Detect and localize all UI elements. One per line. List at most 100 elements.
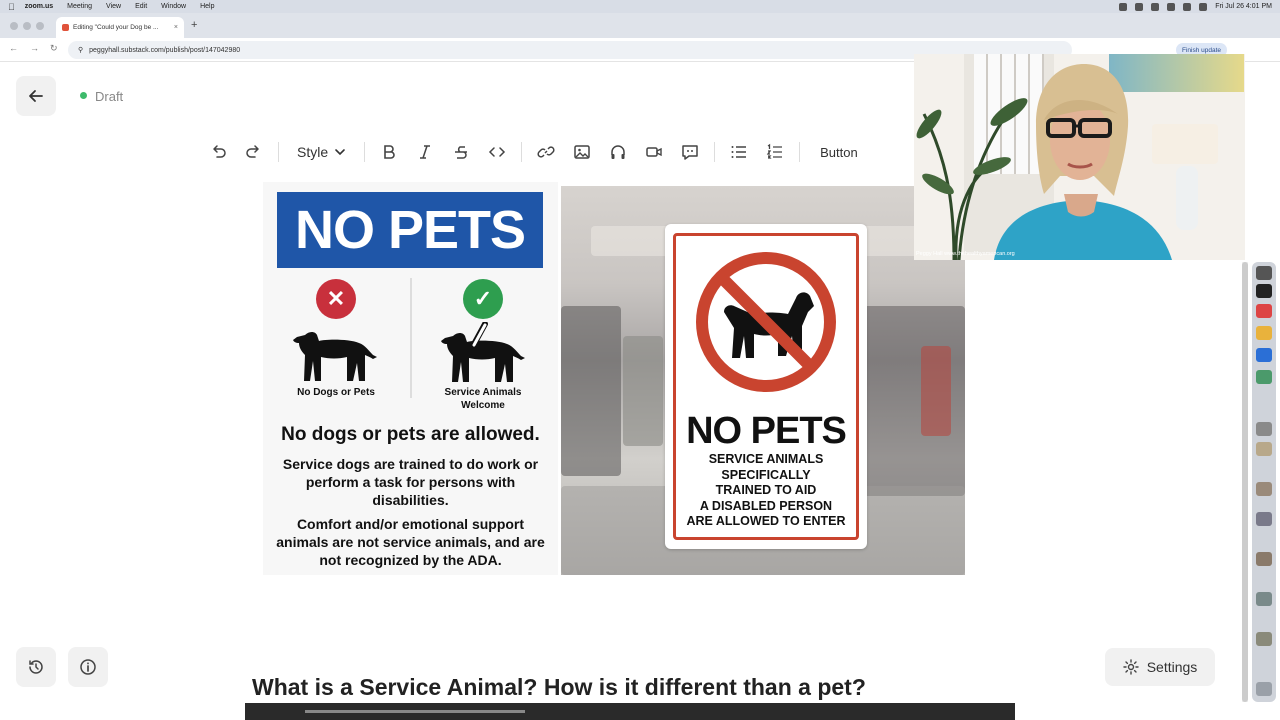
toolbar-divider	[714, 142, 716, 162]
draft-status: Draft	[95, 89, 124, 104]
gear-icon	[1123, 659, 1139, 675]
tab-bar: Editing "Could your Dog be ... × +	[0, 13, 1280, 38]
bold-icon	[384, 145, 395, 159]
webcam-video[interactable]: Peggy Hall www.thehealthyamerican.org	[914, 54, 1245, 260]
search-icon[interactable]	[1183, 2, 1192, 11]
sign-divider	[410, 278, 412, 398]
close-window-icon[interactable]	[10, 22, 18, 30]
video-button[interactable]	[636, 138, 672, 166]
finder-icon[interactable]	[1256, 266, 1272, 280]
tab-title: Editing "Could your Dog be ...	[73, 24, 159, 31]
menu-meeting[interactable]: Meeting	[67, 3, 92, 10]
menu-window[interactable]: Window	[161, 3, 186, 10]
toolbar-divider	[521, 142, 523, 162]
window-thumbnail-icon[interactable]	[1256, 442, 1272, 456]
scrollbar-thumb[interactable]	[1242, 262, 1248, 702]
back-nav-icon[interactable]: ←	[9, 43, 18, 53]
webcam-name-caption: Peggy Hall www.thehealthyamerican.org	[916, 251, 1015, 257]
strikethrough-button[interactable]	[443, 138, 479, 166]
active-tab[interactable]: Editing "Could your Dog be ... ×	[56, 17, 184, 38]
trash-icon[interactable]	[1256, 682, 1272, 696]
toolbar-divider	[278, 142, 279, 162]
menu-bar:  zoom.us Meeting View Edit Window Help …	[0, 0, 1280, 13]
sign-main-rule: No dogs or pets are allowed.	[281, 424, 540, 445]
history-button[interactable]	[16, 647, 56, 687]
italic-icon	[420, 145, 431, 159]
menu-help[interactable]: Help	[200, 3, 214, 10]
url-text: peggyhall.substack.com/publish/post/1470…	[89, 46, 241, 54]
service-animals-caption: Service Animals Welcome	[444, 387, 522, 411]
sign-right-title: NO PETS	[686, 410, 847, 452]
new-tab-icon[interactable]: +	[191, 19, 197, 31]
redo-button[interactable]	[236, 138, 272, 166]
info-button[interactable]	[68, 647, 108, 687]
italic-button[interactable]	[407, 138, 443, 166]
record-icon[interactable]	[1151, 2, 1160, 11]
cloud-icon[interactable]	[1135, 2, 1144, 11]
history-icon	[29, 660, 43, 674]
zoom-share-bar	[245, 703, 1015, 720]
arrow-left-icon	[29, 90, 43, 102]
service-dog-definition: Service dogs are trained to do work or p…	[282, 456, 539, 508]
undo-button[interactable]	[200, 138, 236, 166]
minimize-window-icon[interactable]	[23, 22, 31, 30]
close-tab-icon[interactable]: ×	[174, 24, 178, 31]
back-button[interactable]	[16, 76, 56, 116]
chrome-icon[interactable]	[1256, 326, 1272, 340]
video-icon	[646, 147, 662, 157]
post-heading[interactable]: What is a Service Animal? How is it diff…	[252, 674, 866, 701]
zoom-icon[interactable]	[1256, 348, 1272, 362]
wifi-icon[interactable]	[1167, 2, 1176, 11]
zoom-window-icon[interactable]	[36, 22, 44, 30]
window-thumbnail-icon[interactable]	[1256, 422, 1272, 436]
audio-button[interactable]	[600, 138, 636, 166]
reload-icon[interactable]: ↻	[50, 43, 58, 54]
window-thumbnail-icon[interactable]	[1256, 512, 1272, 526]
bullet-list-button[interactable]	[721, 138, 757, 166]
mail-icon[interactable]	[1256, 304, 1272, 318]
redo-icon	[246, 145, 259, 158]
undo-icon	[213, 145, 226, 158]
bold-button[interactable]	[371, 138, 407, 166]
tv-icon[interactable]	[1256, 284, 1272, 298]
app-dock	[1252, 262, 1276, 702]
menu-view[interactable]: View	[106, 3, 121, 10]
sign-line: ARE ALLOWED TO ENTER	[686, 514, 846, 528]
toolbar-divider	[799, 142, 801, 162]
settings-label: Settings	[1146, 659, 1198, 675]
site-info-icon[interactable]: ⚲	[78, 46, 83, 54]
style-dropdown[interactable]: Style	[285, 138, 358, 166]
insert-button-button[interactable]: Button	[806, 145, 866, 160]
editor-toolbar: Style Button	[200, 138, 866, 166]
image-icon	[574, 145, 590, 159]
menu-edit[interactable]: Edit	[135, 3, 147, 10]
window-thumbnail-icon[interactable]	[1256, 552, 1272, 566]
page-scrollbar[interactable]	[1242, 262, 1248, 702]
menu-app-name[interactable]: zoom.us	[25, 3, 53, 10]
status-area: Fri Jul 26 4:01 PM	[1119, 2, 1272, 11]
settings-button[interactable]: Settings	[1105, 648, 1215, 686]
substack-favicon-icon	[62, 24, 69, 31]
code-button[interactable]	[479, 138, 515, 166]
app-icon[interactable]	[1256, 370, 1272, 384]
clock[interactable]: Fri Jul 26 4:01 PM	[1215, 3, 1272, 10]
link-button[interactable]	[528, 138, 564, 166]
window-thumbnail-icon[interactable]	[1256, 592, 1272, 606]
control-center-icon[interactable]	[1199, 2, 1208, 11]
dog-icon	[293, 332, 377, 381]
forward-nav-icon[interactable]: →	[30, 43, 39, 53]
x-mark-icon: ✕	[316, 279, 356, 319]
image-button[interactable]	[564, 138, 600, 166]
zoom-status-icon[interactable]	[1119, 2, 1128, 11]
window-thumbnail-icon[interactable]	[1256, 482, 1272, 496]
comment-button[interactable]	[672, 138, 708, 166]
apple-icon[interactable]: 	[8, 2, 15, 12]
window-thumbnail-icon[interactable]	[1256, 632, 1272, 646]
sign-right-subtitle: SERVICE ANIMALS SPECIFICALLY TRAINED TO …	[683, 452, 849, 530]
numbered-list-button[interactable]	[757, 138, 793, 166]
no-dogs-caption: No Dogs or Pets	[297, 387, 375, 398]
no-dog-prohibition-icon	[696, 252, 836, 392]
toolbar-divider	[364, 142, 366, 162]
headphones-icon	[611, 145, 625, 159]
sign-line: A DISABLED PERSON	[699, 498, 833, 513]
